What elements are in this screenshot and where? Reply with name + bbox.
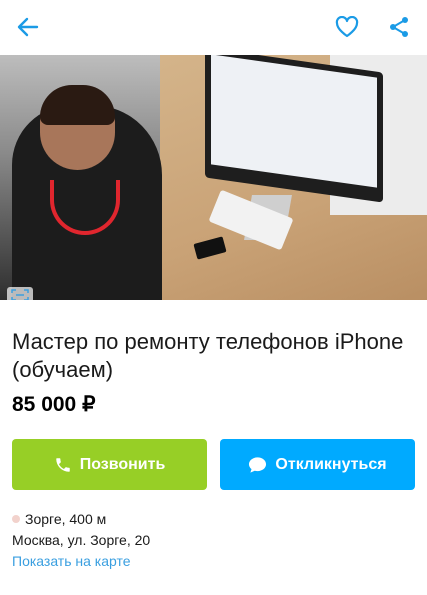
reply-button[interactable]: Откликнуться	[220, 439, 415, 490]
heart-icon	[335, 16, 359, 38]
show-on-map-link[interactable]: Показать на карте	[12, 553, 131, 569]
back-button[interactable]	[13, 12, 43, 42]
call-button-label: Позвонить	[79, 455, 166, 473]
arrow-left-icon	[17, 17, 39, 37]
address: Москва, ул. Зорге, 20	[12, 532, 151, 548]
call-button[interactable]: Позвонить	[12, 439, 207, 490]
reply-button-label: Откликнуться	[275, 455, 387, 473]
share-button[interactable]	[384, 12, 414, 42]
metro-line-dot-icon	[12, 515, 20, 523]
top-bar	[0, 0, 427, 55]
share-icon	[390, 17, 408, 37]
listing-price: 85 000 ₽	[12, 393, 96, 416]
listing-title: Мастер по ремонту телефонов iPhone (обуч…	[12, 329, 404, 382]
listing-photo[interactable]	[0, 55, 427, 300]
phone-icon	[55, 457, 70, 472]
gallery-icon[interactable]	[7, 287, 33, 300]
favorite-button[interactable]	[332, 12, 362, 42]
metro-label: Зорге, 400 м	[25, 511, 107, 527]
chat-bubble-icon	[249, 456, 267, 473]
photo-monitor	[205, 55, 383, 203]
metro-station: Зорге, 400 м	[12, 511, 106, 527]
